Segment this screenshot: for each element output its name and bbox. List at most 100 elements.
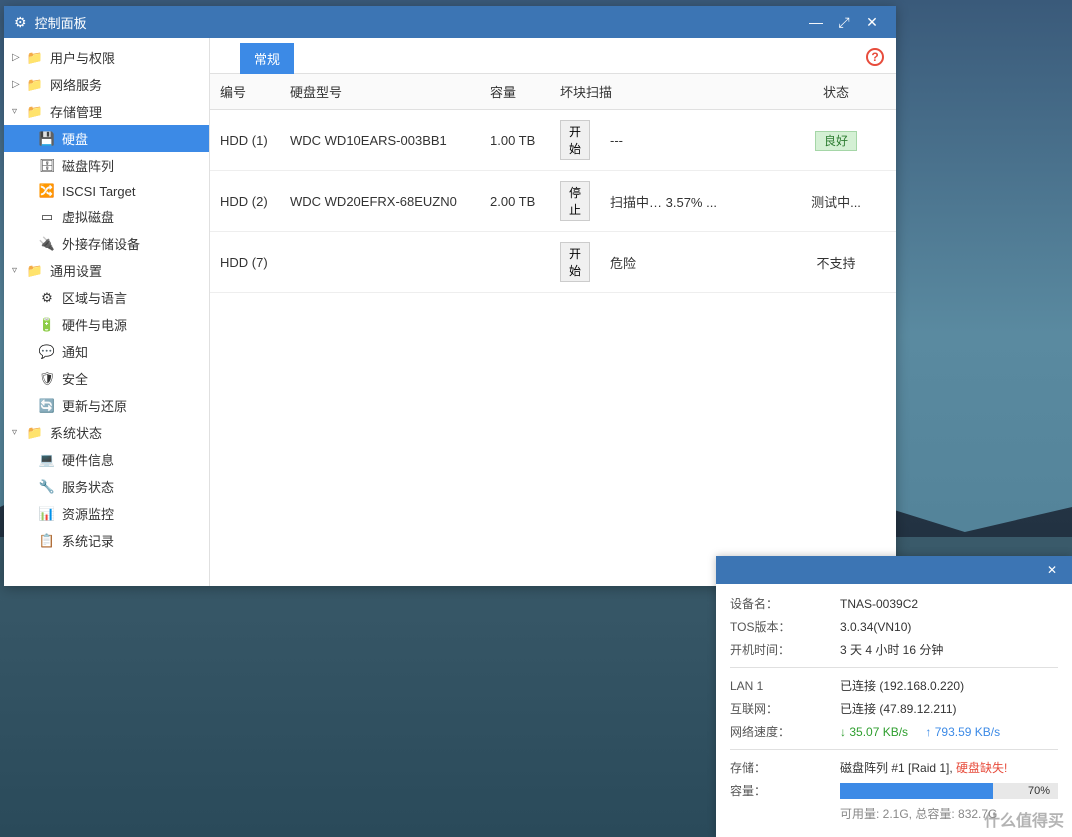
info-row-device: 设备名：TNAS-0039C2 <box>730 592 1058 615</box>
tree-icon: 📊 <box>38 506 56 522</box>
sidebar-item-虚拟磁盘[interactable]: ▭ 虚拟磁盘 <box>4 203 209 230</box>
sidebar-item-label: 硬件与电源 <box>62 315 127 334</box>
tree-icon: 🗄 <box>38 158 56 174</box>
tab-general[interactable]: 常规 <box>240 43 294 74</box>
info-header: ✕ <box>716 556 1072 584</box>
download-icon: ↓ <box>840 725 846 739</box>
expand-arrow-icon: ▿ <box>12 427 24 438</box>
help-icon[interactable]: ? <box>866 48 884 66</box>
sidebar-item-label: 磁盘阵列 <box>62 156 114 175</box>
col-capacity: 容量 <box>480 74 550 110</box>
table-row[interactable]: HDD (2)WDC WD20EFRX-68EUZN02.00 TB停止扫描中…… <box>210 171 896 232</box>
sidebar-item-label: 服务状态 <box>62 477 114 496</box>
tree-icon: 📋 <box>38 533 56 549</box>
tree-icon: 🔀 <box>38 183 56 199</box>
sidebar: ▷📁用户与权限▷📁网络服务▿📁存储管理💾硬盘🗄磁盘阵列🔀ISCSI Target… <box>4 38 210 586</box>
maximize-button[interactable]: ⤢ <box>830 10 858 34</box>
sidebar-item-label: 通知 <box>62 342 88 361</box>
scan-action-button[interactable]: 开始 <box>560 120 590 160</box>
status-badge: 良好 <box>815 131 857 151</box>
tree-icon: 💾 <box>38 131 56 147</box>
sidebar-item-label: 硬件信息 <box>62 450 114 469</box>
sidebar-item-更新与还原[interactable]: 🔄 更新与还原 <box>4 392 209 419</box>
sidebar-item-磁盘阵列[interactable]: 🗄 磁盘阵列 <box>4 152 209 179</box>
tree-icon: 📁 <box>26 77 44 93</box>
sidebar-item-通用设置[interactable]: ▿📁 通用设置 <box>4 257 209 284</box>
disk-table: 编号 硬盘型号 容量 坏块扫描 状态 HDD (1)WDC WD10EARS-0… <box>210 74 896 586</box>
tree-icon: 🔧 <box>38 479 56 495</box>
info-row-uptime: 开机时间：3 天 4 小时 16 分钟 <box>730 638 1058 661</box>
sidebar-item-label: 安全 <box>62 369 88 388</box>
expand-arrow-icon: ▿ <box>12 265 24 276</box>
tree-icon: 🔋 <box>38 317 56 333</box>
sidebar-item-硬盘[interactable]: 💾 硬盘 <box>4 125 209 152</box>
sidebar-item-label: 系统状态 <box>50 423 102 442</box>
tree-icon: 📁 <box>26 425 44 441</box>
tree-icon: 🔌 <box>38 236 56 252</box>
sidebar-item-label: 网络服务 <box>50 75 102 94</box>
expand-arrow-icon: ▷ <box>12 52 24 63</box>
sidebar-item-label: 存储管理 <box>50 102 102 121</box>
sidebar-item-label: 资源监控 <box>62 504 114 523</box>
info-row-tos: TOS版本：3.0.34(VN10) <box>730 615 1058 638</box>
upload-icon: ↑ <box>925 725 931 739</box>
sidebar-item-硬件与电源[interactable]: 🔋 硬件与电源 <box>4 311 209 338</box>
sidebar-item-label: 用户与权限 <box>50 48 115 67</box>
info-close-button[interactable]: ✕ <box>1040 560 1064 580</box>
close-button[interactable]: ✕ <box>858 10 886 34</box>
sidebar-item-硬件信息[interactable]: 💻 硬件信息 <box>4 446 209 473</box>
sidebar-item-label: 虚拟磁盘 <box>62 207 114 226</box>
info-row-usage: 可用量: 2.1G, 总容量: 832.7G <box>730 802 1058 825</box>
sidebar-item-label: 通用设置 <box>50 261 102 280</box>
expand-arrow-icon: ▷ <box>12 79 24 90</box>
tree-icon: 🔄 <box>38 398 56 414</box>
sidebar-item-网络服务[interactable]: ▷📁 网络服务 <box>4 71 209 98</box>
sidebar-item-系统记录[interactable]: 📋 系统记录 <box>4 527 209 554</box>
info-row-storage: 存储： 磁盘阵列 #1 [Raid 1], 硬盘缺失! <box>730 756 1058 779</box>
table-row[interactable]: HDD (7)开始危险不支持 <box>210 232 896 293</box>
info-row-wan: 互联网：已连接 (47.89.12.211) <box>730 697 1058 720</box>
capacity-progress: 70% <box>840 783 1058 799</box>
sidebar-item-用户与权限[interactable]: ▷📁用户与权限 <box>4 44 209 71</box>
minimize-button[interactable]: — <box>802 10 830 34</box>
col-id: 编号 <box>210 74 280 110</box>
sidebar-item-服务状态[interactable]: 🔧 服务状态 <box>4 473 209 500</box>
control-panel-window: ⚙ 控制面板 — ⤢ ✕ ▷📁用户与权限▷📁网络服务▿📁存储管理💾硬盘🗄磁盘阵列… <box>4 6 896 586</box>
info-row-lan: LAN 1已连接 (192.168.0.220) <box>730 674 1058 697</box>
tree-icon: ▭ <box>38 209 56 225</box>
sidebar-item-label: ISCSI Target <box>62 184 135 199</box>
sidebar-item-label: 硬盘 <box>62 129 88 148</box>
tabs-row: 常规 ? <box>210 38 896 74</box>
titlebar[interactable]: ⚙ 控制面板 — ⤢ ✕ <box>4 6 896 38</box>
sidebar-item-ISCSI Target[interactable]: 🔀 ISCSI Target <box>4 179 209 203</box>
system-info-panel: ✕ 设备名：TNAS-0039C2 TOS版本：3.0.34(VN10) 开机时… <box>716 556 1072 837</box>
scan-action-button[interactable]: 开始 <box>560 242 590 282</box>
sidebar-item-label: 外接存储设备 <box>62 234 140 253</box>
col-scan: 坏块扫描 <box>550 74 776 110</box>
content-area: 常规 ? 编号 硬盘型号 容量 坏块扫描 状态 HDD (1)WDC WD10E… <box>210 38 896 586</box>
sidebar-item-通知[interactable]: 💬 通知 <box>4 338 209 365</box>
sidebar-item-系统状态[interactable]: ▿📁 系统状态 <box>4 419 209 446</box>
sidebar-item-label: 区域与语言 <box>62 288 127 307</box>
sidebar-item-安全[interactable]: 🛡 安全 <box>4 365 209 392</box>
tree-icon: 📁 <box>26 104 44 120</box>
window-title: 控制面板 <box>35 13 87 32</box>
sidebar-item-外接存储设备[interactable]: 🔌 外接存储设备 <box>4 230 209 257</box>
sidebar-item-区域与语言[interactable]: ⚙ 区域与语言 <box>4 284 209 311</box>
tree-icon: ⚙ <box>38 290 56 306</box>
gear-icon: ⚙ <box>14 14 27 31</box>
info-row-capacity: 容量： 70% <box>730 779 1058 802</box>
scan-action-button[interactable]: 停止 <box>560 181 590 221</box>
sidebar-item-资源监控[interactable]: 📊 资源监控 <box>4 500 209 527</box>
col-status: 状态 <box>776 74 896 110</box>
tree-icon: 💬 <box>38 344 56 360</box>
tree-icon: 🛡 <box>38 371 56 387</box>
tree-icon: 💻 <box>38 452 56 468</box>
expand-arrow-icon: ▿ <box>12 106 24 117</box>
col-model: 硬盘型号 <box>280 74 480 110</box>
sidebar-item-label: 系统记录 <box>62 531 114 550</box>
sidebar-item-label: 更新与还原 <box>62 396 127 415</box>
table-row[interactable]: HDD (1)WDC WD10EARS-003BB11.00 TB开始---良好 <box>210 110 896 171</box>
sidebar-item-存储管理[interactable]: ▿📁 存储管理 <box>4 98 209 125</box>
tree-icon: 📁 <box>26 263 44 279</box>
